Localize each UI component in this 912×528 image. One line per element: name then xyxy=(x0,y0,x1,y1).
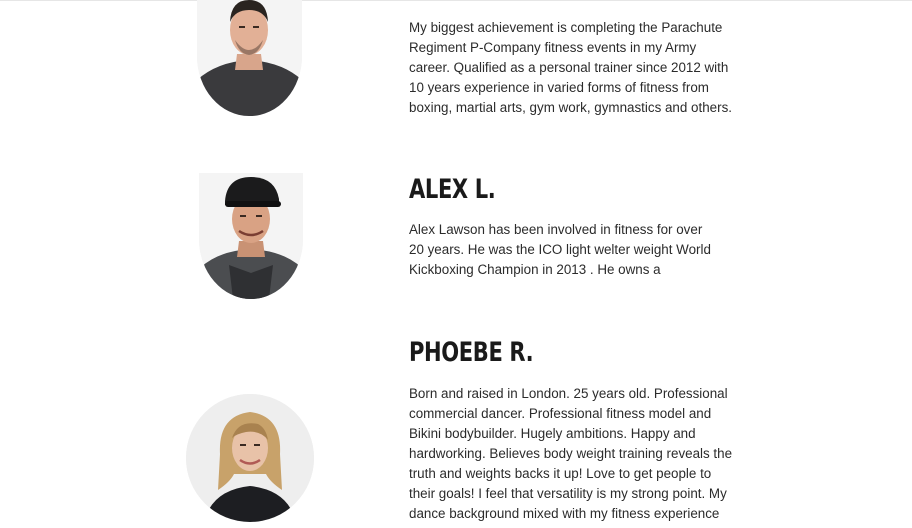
man-with-cap-portrait-icon xyxy=(199,173,303,299)
trainer-bio-2: Alex Lawson has been involved in fitness… xyxy=(409,222,711,277)
trainer-photo-3 xyxy=(186,394,314,522)
man-portrait-icon xyxy=(197,0,302,116)
trainer-bio-3: Born and raised in London. 25 years old.… xyxy=(409,386,733,528)
woman-portrait-icon xyxy=(186,394,314,522)
trainer-bio-1: My biggest achievement is completing the… xyxy=(409,20,732,115)
trainer-name-2: ALEX L. xyxy=(409,174,496,205)
top-divider xyxy=(0,0,912,1)
trainer-photo-2 xyxy=(199,173,303,299)
trainer-photo-1 xyxy=(197,0,302,116)
trainer-name-3: PHOEBE R. xyxy=(409,337,534,368)
